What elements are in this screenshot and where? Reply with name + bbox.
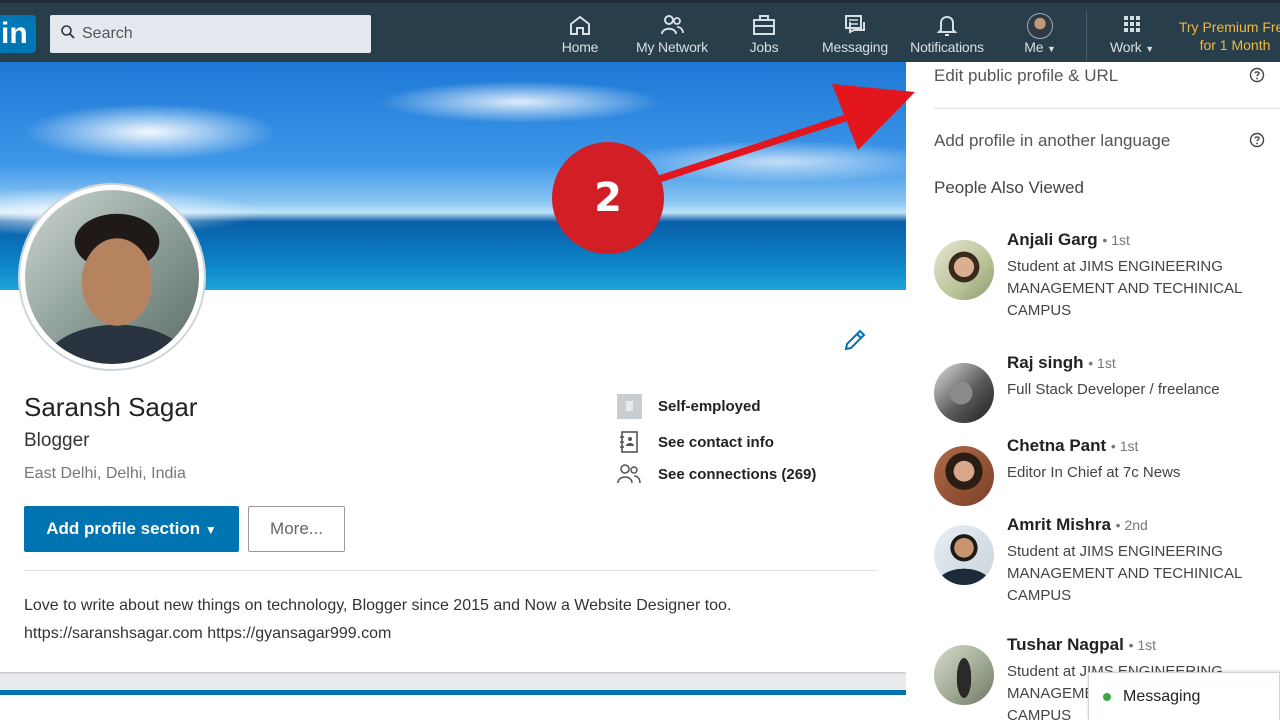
- divider: [934, 108, 1280, 109]
- profile-photo[interactable]: [20, 185, 204, 369]
- profile-headline: Blogger: [24, 430, 90, 451]
- avatar[interactable]: [934, 525, 994, 585]
- network-icon: [632, 13, 712, 39]
- online-status-icon: [1103, 692, 1111, 701]
- divider: [24, 570, 878, 571]
- messaging-icon: [820, 13, 890, 39]
- jobs-icon: [744, 13, 784, 39]
- nav-work[interactable]: Work ▼: [1104, 13, 1160, 61]
- profile-name: Saransh Sagar: [24, 392, 198, 422]
- linkedin-logo[interactable]: in: [0, 15, 36, 53]
- try-premium-link[interactable]: Try Premium Free for 1 Month: [1175, 18, 1280, 54]
- next-section-card: [0, 690, 906, 720]
- nav-me[interactable]: Me ▼: [1020, 13, 1060, 61]
- search-input[interactable]: [82, 25, 362, 43]
- more-button[interactable]: More...: [248, 506, 345, 552]
- chevron-down-icon: ▼: [204, 523, 217, 537]
- nav-notifications[interactable]: Notifications: [906, 13, 988, 61]
- annotation-step-badge: 2: [552, 142, 664, 254]
- connections-link[interactable]: See connections (269): [616, 461, 816, 487]
- chevron-down-icon: ▼: [1047, 44, 1056, 54]
- help-icon[interactable]: [1249, 67, 1265, 83]
- top-nav-bar: in Home My Network Jobs Messaging Notifi…: [0, 0, 1280, 62]
- search-icon: [60, 24, 76, 45]
- messaging-tab[interactable]: Messaging: [1088, 672, 1280, 720]
- avatar[interactable]: [934, 363, 994, 423]
- avatar[interactable]: [934, 446, 994, 506]
- pencil-icon[interactable]: [842, 327, 868, 353]
- search-box[interactable]: [50, 15, 371, 53]
- nav-jobs[interactable]: Jobs: [744, 13, 784, 61]
- contact-icon: [616, 429, 642, 455]
- connections-icon: [616, 461, 642, 487]
- nav-messaging[interactable]: Messaging: [820, 13, 890, 61]
- profile-summary: Love to write about new things on techno…: [24, 597, 732, 642]
- chevron-down-icon: ▼: [1145, 44, 1155, 54]
- company-link[interactable]: Self-employed: [616, 393, 761, 419]
- help-icon[interactable]: [1249, 132, 1265, 148]
- add-language-link[interactable]: Add profile in another language: [934, 131, 1170, 151]
- contact-info-link[interactable]: See contact info: [616, 429, 774, 455]
- company-icon: [616, 393, 642, 419]
- avatar: [1027, 13, 1053, 39]
- add-profile-section-button[interactable]: Add profile section ▼: [24, 506, 239, 552]
- grid-icon: [1104, 13, 1160, 39]
- avatar[interactable]: [934, 240, 994, 300]
- nav-home[interactable]: Home: [558, 13, 602, 61]
- edit-public-profile-link[interactable]: Edit public profile & URL: [934, 66, 1118, 86]
- people-also-viewed-heading: People Also Viewed: [934, 178, 1084, 197]
- nav-divider: [1086, 11, 1087, 61]
- profile-location: East Delhi, Delhi, India: [24, 465, 186, 482]
- nav-my-network[interactable]: My Network: [632, 13, 712, 61]
- notifications-icon: [906, 13, 988, 39]
- home-icon: [558, 13, 602, 39]
- avatar[interactable]: [934, 645, 994, 705]
- right-sidebar: Edit public profile & URL Add profile in…: [906, 62, 1280, 720]
